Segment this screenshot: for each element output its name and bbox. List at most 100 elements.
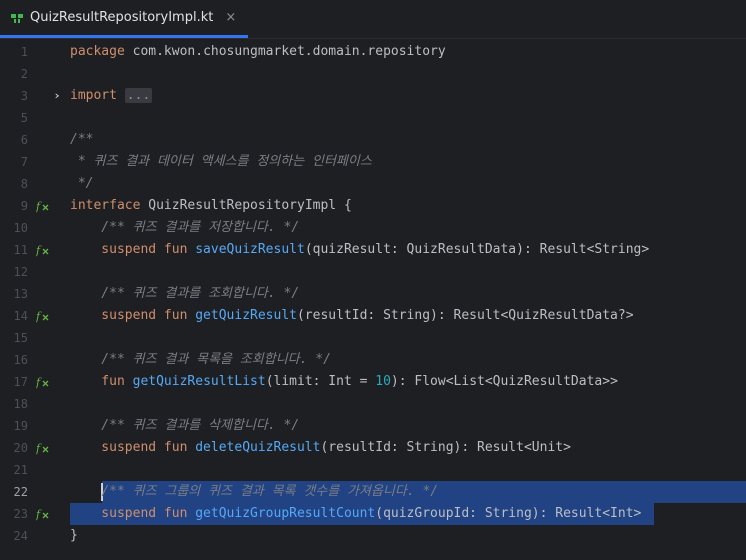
code-line[interactable]: 21	[0, 459, 746, 481]
line-number: 14	[13, 309, 28, 323]
function-gutter-icon[interactable]: f	[36, 437, 50, 459]
svg-text:f: f	[36, 376, 42, 389]
code-token: }	[70, 528, 78, 543]
line-number: 10	[13, 221, 28, 235]
svg-text:f: f	[36, 508, 42, 521]
code-text[interactable]: /** 퀴즈 결과를 조회합니다. */	[70, 283, 299, 305]
code-token: (resultId: String): Result<Unit>	[320, 440, 571, 455]
code-token: /**	[70, 132, 94, 147]
editor-tab-bar: QuizResultRepositoryImpl.kt ×	[0, 0, 746, 39]
line-number: 17	[13, 375, 28, 389]
code-line[interactable]: 9 f interface QuizResultRepositoryImpl {	[0, 195, 746, 217]
code-text[interactable]: /**	[70, 129, 93, 151]
code-line[interactable]: 14 f suspend fun getQuizResult(resultId: …	[0, 305, 746, 327]
code-token: ...	[124, 88, 153, 103]
code-token: (limit: Int =	[265, 374, 376, 389]
code-line[interactable]: 8 */	[0, 173, 746, 195]
code-editor[interactable]: 1 package com.kwon.chosungmarket.domain.r…	[0, 41, 746, 560]
line-number: 1	[20, 45, 28, 59]
line-number: 3	[20, 89, 28, 103]
code-token: (quizGroupId: String): Result<Int>	[375, 506, 642, 521]
line-number: 18	[13, 397, 28, 411]
code-token: getQuizGroupResultCount	[195, 506, 376, 521]
code-token: */	[70, 176, 94, 191]
code-text[interactable]: package com.kwon.chosungmarket.domain.re…	[70, 41, 446, 63]
function-gutter-icon[interactable]: f	[36, 503, 50, 525]
code-text[interactable]: suspend fun deleteQuizResult(resultId: S…	[70, 437, 571, 459]
file-tab[interactable]: QuizResultRepositoryImpl.kt ×	[0, 0, 249, 38]
line-number: 9	[20, 199, 28, 213]
code-line[interactable]: 5	[0, 107, 746, 129]
code-line[interactable]: 11 f suspend fun saveQuizResult(quizResul…	[0, 239, 746, 261]
code-text[interactable]: }	[70, 525, 78, 547]
code-token: ): Flow<List<QuizResultData>>	[390, 374, 618, 389]
code-token: 10	[375, 374, 391, 389]
svg-text:f: f	[36, 244, 42, 257]
line-number: 16	[13, 353, 28, 367]
code-token: /** 퀴즈 결과를 삭제합니다. */	[70, 418, 300, 433]
code-text[interactable]: * 퀴즈 결과 데이터 액세스를 정의하는 인터페이스	[70, 151, 372, 173]
close-icon[interactable]: ×	[225, 10, 236, 25]
code-line[interactable]: 7 * 퀴즈 결과 데이터 액세스를 정의하는 인터페이스	[0, 151, 746, 173]
line-number: 20	[13, 441, 28, 455]
code-token: /** 퀴즈 결과를 저장합니다. */	[70, 220, 300, 235]
code-token: getQuizResult	[195, 308, 297, 323]
code-token: /** 퀴즈 그룹의 퀴즈 결과 목록 갯수를 가져옵니다. */	[101, 484, 439, 499]
code-token: interface	[70, 198, 149, 213]
selection-end	[654, 503, 746, 525]
code-line[interactable]: 2	[0, 63, 746, 85]
code-token: com.kwon.chosungmarket.domain.repository	[132, 44, 446, 59]
code-text[interactable]: suspend fun getQuizResult(resultId: Stri…	[70, 305, 633, 327]
svg-text:f: f	[36, 310, 42, 323]
code-line[interactable]: 12	[0, 261, 746, 283]
code-line[interactable]: 6 /**	[0, 129, 746, 151]
code-token: QuizResultRepositoryImpl {	[148, 198, 352, 213]
code-line[interactable]: 24}	[0, 525, 746, 547]
code-token: getQuizResultList	[132, 374, 266, 389]
code-text[interactable]: /** 퀴즈 결과 목록을 조회합니다. */	[70, 349, 331, 371]
code-line[interactable]: 10 /** 퀴즈 결과를 저장합니다. */	[0, 217, 746, 239]
code-text[interactable]: suspend fun getQuizGroupResultCount(quiz…	[70, 503, 641, 525]
code-text[interactable]: suspend fun saveQuizResult(quizResult: Q…	[70, 239, 649, 261]
code-text[interactable]: import ...	[70, 85, 153, 107]
code-text[interactable]: /** 퀴즈 그룹의 퀴즈 결과 목록 갯수를 가져옵니다. */	[70, 481, 438, 503]
code-text[interactable]: /** 퀴즈 결과를 삭제합니다. */	[70, 415, 299, 437]
line-number: 13	[13, 287, 28, 301]
line-number: 22	[13, 485, 28, 499]
code-line[interactable]: 17 f fun getQuizResultList(limit: Int = 1…	[0, 371, 746, 393]
fold-chevron-icon[interactable]: ›	[53, 85, 65, 107]
function-gutter-icon[interactable]: f	[36, 195, 50, 217]
code-line[interactable]: 20 f suspend fun deleteQuizResult(resultI…	[0, 437, 746, 459]
code-line[interactable]: 23 f suspend fun getQuizGroupResultCount(…	[0, 503, 746, 525]
function-gutter-icon[interactable]: f	[36, 371, 50, 393]
function-gutter-icon[interactable]: f	[36, 239, 50, 261]
code-line[interactable]: 1 package com.kwon.chosungmarket.domain.r…	[0, 41, 746, 63]
code-line[interactable]: 15	[0, 327, 746, 349]
code-text[interactable]: interface QuizResultRepositoryImpl {	[70, 195, 352, 217]
function-gutter-icon[interactable]: f	[36, 305, 50, 327]
line-number: 6	[20, 133, 28, 147]
code-line[interactable]: 18	[0, 393, 746, 415]
line-number: 11	[13, 243, 28, 257]
code-line[interactable]: 13 /** 퀴즈 결과를 조회합니다. */	[0, 283, 746, 305]
code-token: import	[70, 88, 125, 103]
code-token: /** 퀴즈 결과를 조회합니다. */	[70, 286, 300, 301]
line-number: 24	[13, 529, 28, 543]
line-number: 15	[13, 331, 28, 345]
code-text[interactable]: /** 퀴즈 결과를 저장합니다. */	[70, 217, 299, 239]
code-token: suspend fun	[70, 308, 196, 323]
line-number: 2	[20, 67, 28, 81]
code-token: (quizResult: QuizResultData): Result<Str…	[304, 242, 650, 257]
line-number: 8	[20, 177, 28, 191]
code-token: suspend fun	[70, 440, 196, 455]
code-line[interactable]: 3 › import ...	[0, 85, 746, 107]
tab-title: QuizResultRepositoryImpl.kt	[30, 10, 214, 25]
svg-text:f: f	[36, 442, 42, 455]
code-token: deleteQuizResult	[195, 440, 321, 455]
code-line[interactable]: 16 /** 퀴즈 결과 목록을 조회합니다. */	[0, 349, 746, 371]
code-text[interactable]: */	[70, 173, 94, 195]
code-text[interactable]: fun getQuizResultList(limit: Int = 10): …	[70, 371, 618, 393]
code-line[interactable]: 19 /** 퀴즈 결과를 삭제합니다. */	[0, 415, 746, 437]
code-line[interactable]: 22 /** 퀴즈 그룹의 퀴즈 결과 목록 갯수를 가져옵니다. */	[0, 481, 746, 503]
